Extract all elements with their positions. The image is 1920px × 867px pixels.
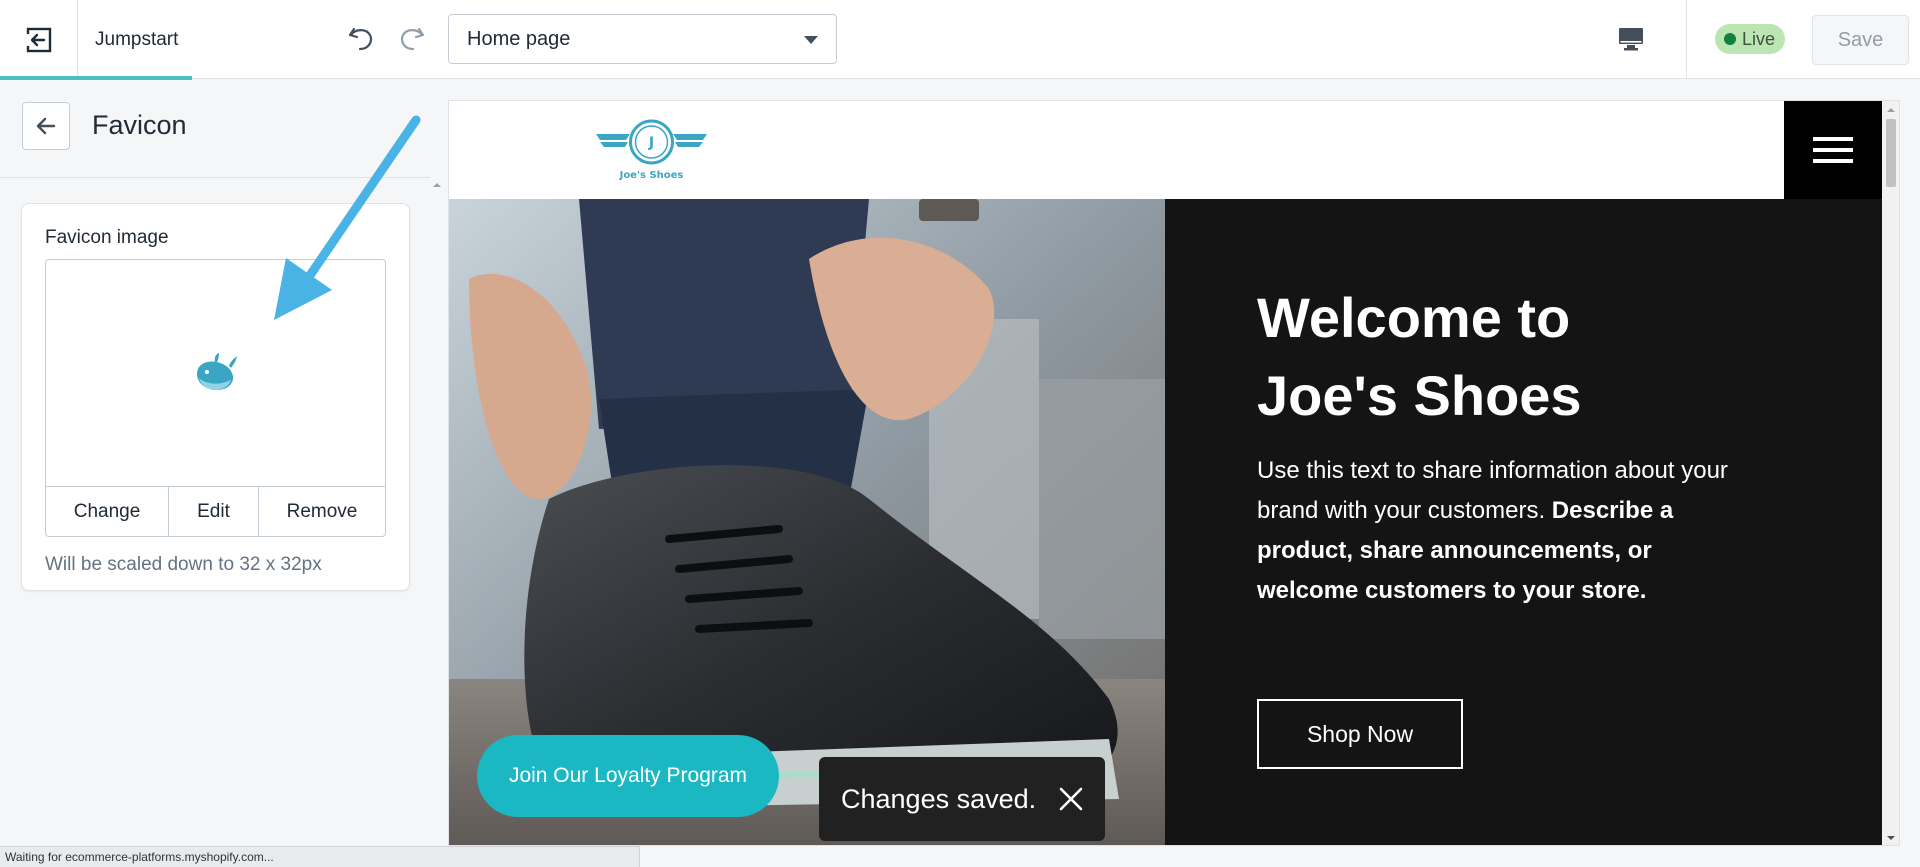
exit-icon	[25, 27, 51, 52]
sidebar-header: Favicon	[0, 80, 430, 178]
scroll-down-icon[interactable]	[1882, 831, 1900, 845]
favicon-help-text: Will be scaled down to 32 x 32px	[45, 554, 322, 575]
browser-status-bar: Waiting for ecommerce-platforms.myshopif…	[0, 846, 1920, 867]
undo-button[interactable]	[341, 18, 381, 58]
toast-message: Changes saved.	[841, 783, 1037, 814]
svg-text:J: J	[648, 135, 654, 151]
live-status-badge: Live	[1715, 24, 1786, 54]
sidebar-title: Favicon	[92, 110, 187, 140]
change-button[interactable]: Change	[46, 487, 169, 536]
topbar-divider	[1686, 0, 1687, 79]
hero-text: Use this text to share information about…	[1257, 451, 1757, 611]
hero-title-line-2: Joe's Shoes	[1257, 364, 1582, 427]
page-select[interactable]: Home page	[448, 14, 837, 64]
favicon-image-label: Favicon image	[45, 227, 169, 248]
svg-text:Joe's Shoes: Joe's Shoes	[619, 170, 684, 181]
save-button[interactable]: Save	[1812, 15, 1909, 65]
close-icon[interactable]	[1057, 785, 1085, 813]
live-label: Live	[1742, 28, 1776, 49]
whale-favicon-icon	[196, 353, 237, 390]
changes-saved-toast: Changes saved.	[819, 757, 1105, 841]
shop-now-button[interactable]: Shop Now	[1257, 699, 1463, 769]
remove-button[interactable]: Remove	[259, 487, 385, 536]
store-header: J Joe's Shoes	[449, 101, 1882, 199]
editor-topbar: Jumpstart Home page Live Save	[0, 0, 1920, 80]
hero-text-panel: Welcome to Joe's Shoes Use this text to …	[1165, 199, 1882, 845]
desktop-icon	[1619, 28, 1643, 51]
redo-icon	[400, 27, 425, 51]
scroll-up-icon[interactable]	[431, 180, 443, 190]
loyalty-program-button[interactable]: Join Our Loyalty Program	[477, 735, 779, 817]
favicon-image-preview[interactable]	[45, 259, 386, 486]
device-preview-button[interactable]	[1612, 20, 1650, 58]
favicon-actions: Change Edit Remove	[45, 486, 386, 537]
scroll-up-icon[interactable]	[1882, 103, 1900, 117]
page-select-value: Home page	[467, 27, 571, 50]
exit-editor-button[interactable]	[0, 0, 78, 79]
hero-title: Welcome to Joe's Shoes	[1257, 279, 1817, 435]
preview-scrollbar[interactable]	[1882, 101, 1900, 845]
back-button[interactable]	[22, 102, 70, 150]
store-preview: J Joe's Shoes Welcome to Joe's Shoes Use…	[448, 100, 1900, 846]
status-text: Waiting for ecommerce-platforms.myshopif…	[0, 846, 640, 867]
favicon-card: Favicon image Change Edit Remove Will be…	[21, 203, 410, 591]
redo-button[interactable]	[392, 18, 432, 58]
preview-scroll-thumb[interactable]	[1886, 119, 1896, 187]
sidebar: Favicon Favicon image Change Edit Remove…	[0, 80, 448, 846]
chevron-down-icon	[804, 36, 818, 44]
hero-title-line-1: Welcome to	[1257, 286, 1571, 349]
undo-icon	[348, 27, 373, 51]
hamburger-menu-icon	[1813, 137, 1853, 163]
edit-button[interactable]: Edit	[169, 487, 259, 536]
theme-name: Jumpstart	[95, 28, 179, 50]
live-dot-icon	[1724, 33, 1736, 45]
hamburger-menu-button[interactable]	[1784, 101, 1882, 199]
store-logo[interactable]: J Joe's Shoes	[594, 117, 709, 183]
back-arrow-icon	[36, 117, 56, 135]
